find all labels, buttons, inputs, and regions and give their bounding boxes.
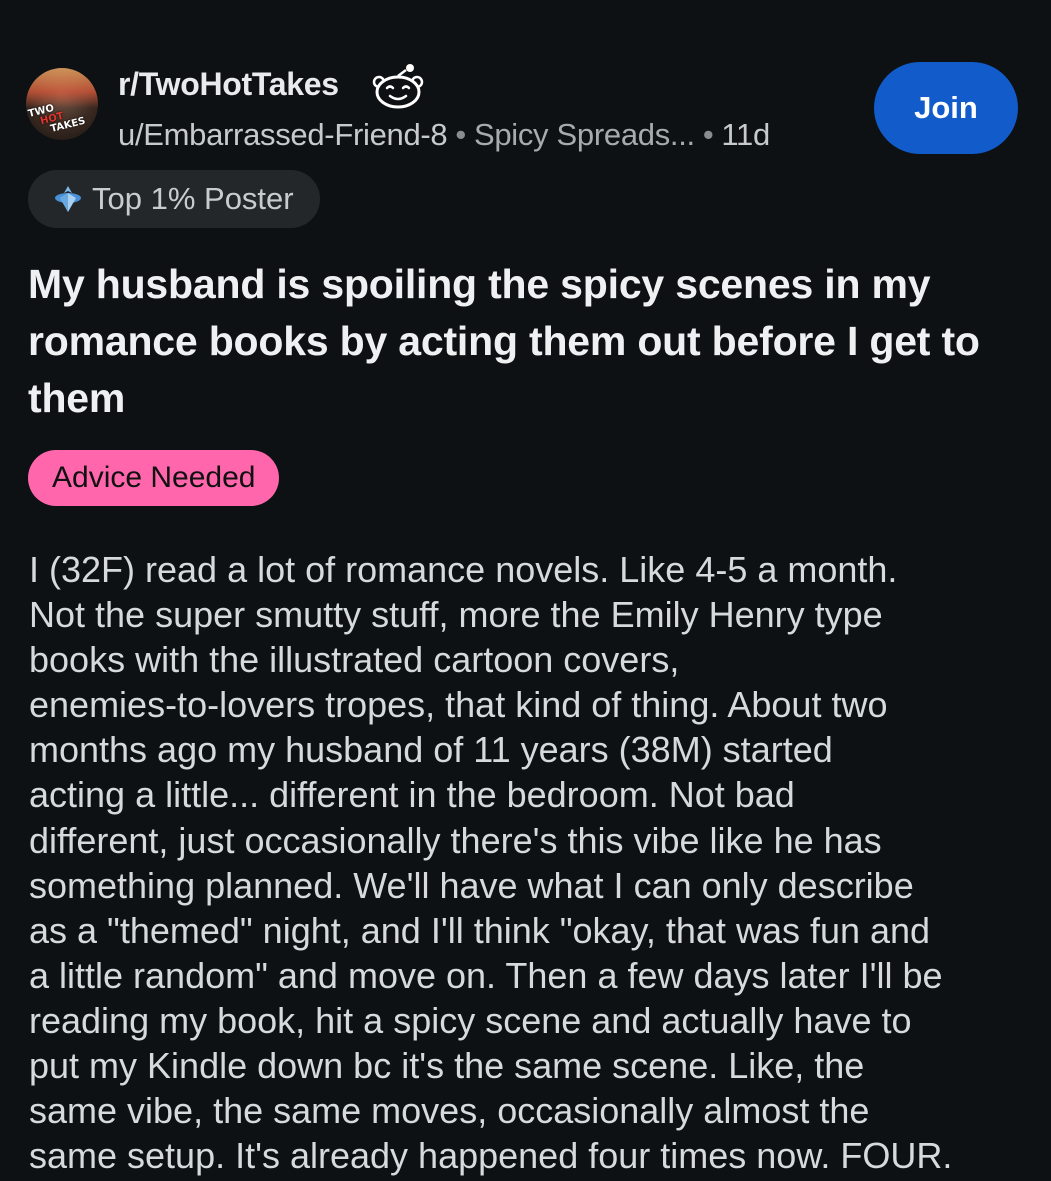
- post-title[interactable]: My husband is spoiling the spicy scenes …: [28, 256, 1028, 427]
- user-flair: Spicy Spreads...: [473, 117, 695, 152]
- body-line: I (32F) read a lot of romance novels. Li…: [29, 549, 898, 590]
- post-flair[interactable]: Advice Needed: [28, 450, 280, 506]
- author-link[interactable]: u/Embarrassed-Friend-8: [118, 117, 448, 152]
- body-line: acting a little... different in the bedr…: [29, 774, 795, 816]
- body-line: months ago my husband of 11 years (38M) …: [29, 729, 833, 771]
- body-line: books with the illustrated cartoon cover…: [29, 639, 680, 681]
- meta-separator: •: [455, 117, 466, 152]
- body-line: same vibe, the same moves, occasionally …: [29, 1090, 870, 1132]
- top-poster-badge[interactable]: Top 1% Poster: [28, 170, 320, 228]
- subreddit-avatar[interactable]: TWO HOT TAKES: [26, 68, 98, 140]
- post-body[interactable]: I (32F) read a lot of romance novels. Li…: [29, 547, 1039, 1178]
- badge-label: Top 1% Poster: [92, 181, 294, 216]
- post-meta: u/Embarrassed-Friend-8 • Spicy Spreads... •…: [118, 117, 770, 153]
- body-line: put my Kindle down bc it's the same scen…: [29, 1045, 865, 1087]
- body-line: different, just occasionally there's thi…: [29, 819, 882, 861]
- subreddit-name[interactable]: r/TwoHotTakes: [118, 66, 339, 103]
- snoo-avatar-icon: [372, 64, 424, 109]
- post-age: 11d: [721, 117, 770, 152]
- body-line: same setup. It's already happened four t…: [29, 1135, 953, 1177]
- body-line: enemies-to-lovers tropes, that kind of t…: [29, 684, 888, 726]
- meta-separator: •: [702, 117, 714, 152]
- body-line: a little random" and move on. Then a few…: [29, 954, 943, 996]
- top-poster-badge-icon: [55, 186, 81, 212]
- body-line: Not the super smutty stuff, more the Emi…: [29, 594, 883, 636]
- body-line: as a "themed" night, and I'll think "oka…: [29, 909, 931, 951]
- body-line: something planned. We'll have what I can…: [29, 864, 914, 906]
- body-line: reading my book, hit a spicy scene and a…: [29, 999, 912, 1041]
- join-button[interactable]: Join: [874, 62, 1018, 154]
